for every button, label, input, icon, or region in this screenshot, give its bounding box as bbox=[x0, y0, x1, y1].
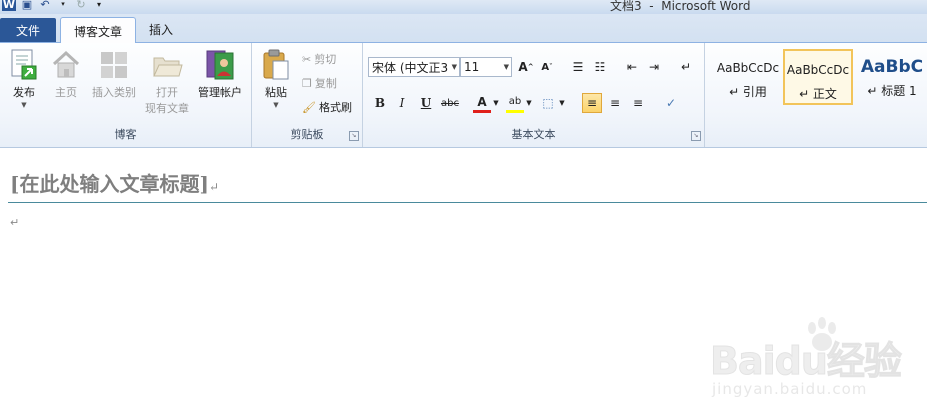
style-quote[interactable]: AaBbCcDc ↵ 引用 bbox=[713, 49, 783, 105]
paste-label: 粘贴 bbox=[265, 86, 287, 99]
watermark-brand: Baidu经验 bbox=[710, 339, 903, 384]
bullets-icon[interactable]: ☰ bbox=[568, 57, 588, 77]
manage-accounts-button[interactable]: 管理帐户 bbox=[194, 48, 246, 101]
text-effects-dropdown-icon[interactable]: ▼ bbox=[557, 93, 567, 113]
font-name-combo[interactable]: 宋体 (中文正3 ▼ bbox=[368, 57, 460, 77]
home-button[interactable]: 主页 bbox=[48, 48, 84, 101]
insert-category-icon bbox=[98, 48, 130, 82]
styles-gallery: AaBbCcDc ↵ 引用 AaBbCcDc ↵ 正文 AaBbC ↵ 标题 1 bbox=[705, 43, 927, 147]
text-effects-icon[interactable]: ⬚ bbox=[539, 93, 557, 113]
insert-category-label: 插入类别 bbox=[92, 86, 136, 99]
style-name: ↵ 标题 1 bbox=[867, 84, 917, 98]
grow-font-icon[interactable]: A ^ bbox=[516, 57, 536, 77]
cut-label: 剪切 bbox=[314, 53, 337, 66]
undo-dropdown-icon[interactable]: ▾ bbox=[56, 0, 70, 11]
post-title-placeholder[interactable]: [在此处输入文章标题]↵ bbox=[10, 168, 219, 197]
align-left-icon[interactable]: ≡ bbox=[582, 93, 602, 113]
copy-button[interactable]: ❐ 复制 bbox=[302, 75, 337, 91]
ribbon: 发布 ▼ 主页 插入类别 打开 现有文章 管理帐户 博客 粘贴 ▼ ✂ 剪切 ❐… bbox=[0, 43, 927, 148]
underline-button[interactable]: U bbox=[416, 93, 436, 113]
style-name: ↵ 正文 bbox=[799, 87, 837, 101]
style-normal[interactable]: AaBbCcDc ↵ 正文 bbox=[783, 49, 853, 105]
open-label-line1: 打开 bbox=[156, 86, 178, 99]
copy-label: 复制 bbox=[314, 77, 337, 90]
style-heading-1[interactable]: AaBbC ↵ 标题 1 bbox=[857, 49, 927, 105]
home-icon bbox=[50, 48, 82, 82]
decrease-indent-icon[interactable]: ⇤ bbox=[622, 57, 642, 77]
group-blog-label: 博客 bbox=[114, 128, 137, 141]
bold-button[interactable]: B bbox=[370, 93, 390, 113]
redo-icon[interactable]: ↻ bbox=[74, 0, 88, 11]
group-basic-text: 宋体 (中文正3 ▼ 11 ▼ A ^ Aˇ ☰ ☷ ⇤ ⇥ ↵ B I U ab… bbox=[363, 43, 705, 147]
group-clipboard-label: 剪贴板 bbox=[290, 128, 324, 141]
manage-accounts-icon bbox=[204, 48, 236, 82]
insert-category-button[interactable]: 插入类别 bbox=[88, 48, 140, 101]
tab-file[interactable]: 文件 bbox=[0, 18, 56, 42]
publish-icon bbox=[8, 48, 40, 82]
customize-qat-icon[interactable]: ▾ bbox=[92, 0, 106, 11]
manage-accounts-label: 管理帐户 bbox=[198, 86, 242, 99]
font-name-dropdown-icon[interactable]: ▼ bbox=[452, 63, 457, 71]
italic-button[interactable]: I bbox=[392, 93, 412, 113]
word-logo-icon[interactable]: W bbox=[2, 0, 16, 11]
open-existing-post-button[interactable]: 打开 现有文章 bbox=[140, 48, 194, 117]
home-label: 主页 bbox=[55, 86, 77, 99]
font-color-icon[interactable]: A bbox=[473, 93, 491, 113]
style-sample: AaBbCcDc bbox=[716, 61, 780, 75]
spelling-icon[interactable]: ✓ bbox=[661, 93, 681, 113]
group-basic-text-label: 基本文本 bbox=[511, 128, 556, 141]
highlight-icon[interactable]: ab bbox=[506, 93, 524, 113]
open-label-line2: 现有文章 bbox=[145, 102, 189, 115]
font-name-value: 宋体 (中文正3 bbox=[372, 60, 449, 75]
undo-icon[interactable]: ↶ bbox=[38, 0, 52, 11]
shrink-font-icon[interactable]: Aˇ bbox=[537, 57, 557, 77]
publish-label: 发布 bbox=[13, 86, 35, 99]
highlight-dropdown-icon[interactable]: ▼ bbox=[524, 93, 534, 113]
publish-dropdown-icon[interactable]: ▼ bbox=[6, 101, 42, 109]
font-size-combo[interactable]: 11 ▼ bbox=[460, 57, 512, 77]
format-painter-button[interactable]: 🖌 格式刷 bbox=[302, 99, 352, 115]
align-center-icon[interactable]: ≡ bbox=[605, 93, 625, 113]
watermark-url: jingyan.baidu.com bbox=[712, 380, 868, 398]
paste-dropdown-icon[interactable]: ▼ bbox=[258, 101, 294, 109]
font-color-dropdown-icon[interactable]: ▼ bbox=[491, 93, 501, 113]
copy-icon: ❐ bbox=[302, 76, 312, 90]
paste-button[interactable]: 粘贴 ▼ bbox=[258, 48, 294, 109]
basic-text-launcher-icon[interactable]: ↘ bbox=[691, 131, 701, 141]
style-sample: AaBbC bbox=[860, 57, 924, 77]
window-title: 文档3 - Microsoft Word bbox=[610, 0, 751, 13]
paragraph-mark[interactable]: ↵ bbox=[10, 216, 19, 229]
format-painter-label: 格式刷 bbox=[318, 101, 352, 114]
style-sample: AaBbCcDc bbox=[786, 63, 850, 77]
align-right-icon[interactable]: ≡ bbox=[628, 93, 648, 113]
post-title-text: [在此处输入文章标题] bbox=[10, 172, 209, 196]
open-folder-icon bbox=[151, 48, 183, 82]
publish-button[interactable]: 发布 ▼ bbox=[6, 48, 42, 109]
title-divider bbox=[8, 202, 927, 203]
quick-access-toolbar: W ▣ ↶ ▾ ↻ ▾ bbox=[2, 0, 106, 11]
cut-button[interactable]: ✂ 剪切 bbox=[302, 51, 336, 67]
tab-insert[interactable]: 插入 bbox=[136, 17, 186, 42]
font-size-dropdown-icon[interactable]: ▼ bbox=[504, 63, 509, 71]
group-blog: 发布 ▼ 主页 插入类别 打开 现有文章 管理帐户 博客 bbox=[0, 43, 252, 147]
format-painter-icon: 🖌 bbox=[302, 100, 316, 114]
style-name: ↵ 引用 bbox=[729, 85, 767, 99]
group-clipboard: 粘贴 ▼ ✂ 剪切 ❐ 复制 🖌 格式刷 剪贴板 ↘ bbox=[252, 43, 363, 147]
paste-icon bbox=[260, 48, 292, 82]
paragraph-mark: ↵ bbox=[208, 180, 219, 194]
tab-blog-post[interactable]: 博客文章 bbox=[60, 17, 136, 44]
save-icon[interactable]: ▣ bbox=[20, 0, 34, 11]
numbering-icon[interactable]: ☷ bbox=[590, 57, 610, 77]
baidu-watermark: Baidu经验 jingyan.baidu.com bbox=[700, 317, 910, 402]
scissors-icon: ✂ bbox=[302, 52, 312, 66]
font-size-value: 11 bbox=[464, 60, 480, 74]
clear-formatting-icon[interactable]: ↵ bbox=[676, 57, 696, 77]
increase-indent-icon[interactable]: ⇥ bbox=[644, 57, 664, 77]
title-bar: W ▣ ↶ ▾ ↻ ▾ 文档3 - Microsoft Word bbox=[0, 0, 927, 14]
clipboard-launcher-icon[interactable]: ↘ bbox=[349, 131, 359, 141]
strikethrough-button[interactable]: abc bbox=[440, 93, 460, 113]
ribbon-tabs: 文件 博客文章 插入 bbox=[0, 14, 927, 44]
